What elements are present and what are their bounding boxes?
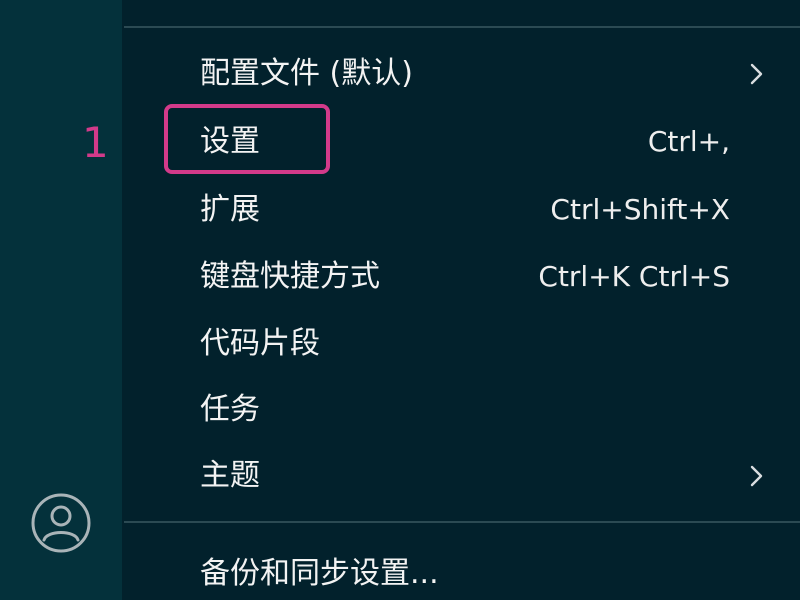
menu-item-label: 代码片段 — [200, 326, 320, 361]
menu-item-themes[interactable]: 主题 — [124, 447, 800, 505]
menu-item-label: 扩展 — [200, 192, 260, 227]
menu-item-label: 任务 — [200, 392, 260, 427]
menu-separator — [124, 26, 800, 28]
activity-bar — [0, 0, 122, 600]
menu-item-label: 备份和同步设置... — [200, 556, 439, 591]
step-number-annotation: 1 — [82, 118, 109, 167]
menu-separator — [124, 521, 800, 523]
account-icon[interactable] — [30, 492, 92, 554]
chevron-right-icon — [750, 63, 763, 85]
chevron-right-icon — [750, 465, 763, 487]
menu-item-backup-sync[interactable]: 备份和同步设置... — [124, 545, 800, 600]
menu-item-tasks[interactable]: 任务 — [124, 381, 800, 439]
menu-item-keyboard-shortcuts[interactable]: 键盘快捷方式 Ctrl+K Ctrl+S — [124, 248, 800, 306]
screen: 1 配置文件 (默认) 设置 Ctrl+, 扩展 Ctrl+Shift+X 键盘… — [0, 0, 800, 600]
menu-item-snippets[interactable]: 代码片段 — [124, 315, 800, 373]
menu-item-shortcut: Ctrl+Shift+X — [550, 193, 730, 226]
menu-item-settings[interactable]: 设置 Ctrl+, — [124, 113, 800, 171]
menu-item-profile[interactable]: 配置文件 (默认) — [124, 45, 800, 103]
menu-item-shortcut: Ctrl+K Ctrl+S — [538, 260, 730, 293]
menu-item-label: 设置 — [200, 124, 260, 159]
menu-item-shortcut: Ctrl+, — [647, 125, 730, 158]
menu-item-label: 主题 — [200, 458, 260, 493]
menu-item-label: 配置文件 (默认) — [200, 56, 413, 91]
menu-item-extensions[interactable]: 扩展 Ctrl+Shift+X — [124, 181, 800, 239]
menu-item-label: 键盘快捷方式 — [200, 259, 380, 294]
manage-menu: 配置文件 (默认) 设置 Ctrl+, 扩展 Ctrl+Shift+X 键盘快捷… — [124, 0, 800, 600]
